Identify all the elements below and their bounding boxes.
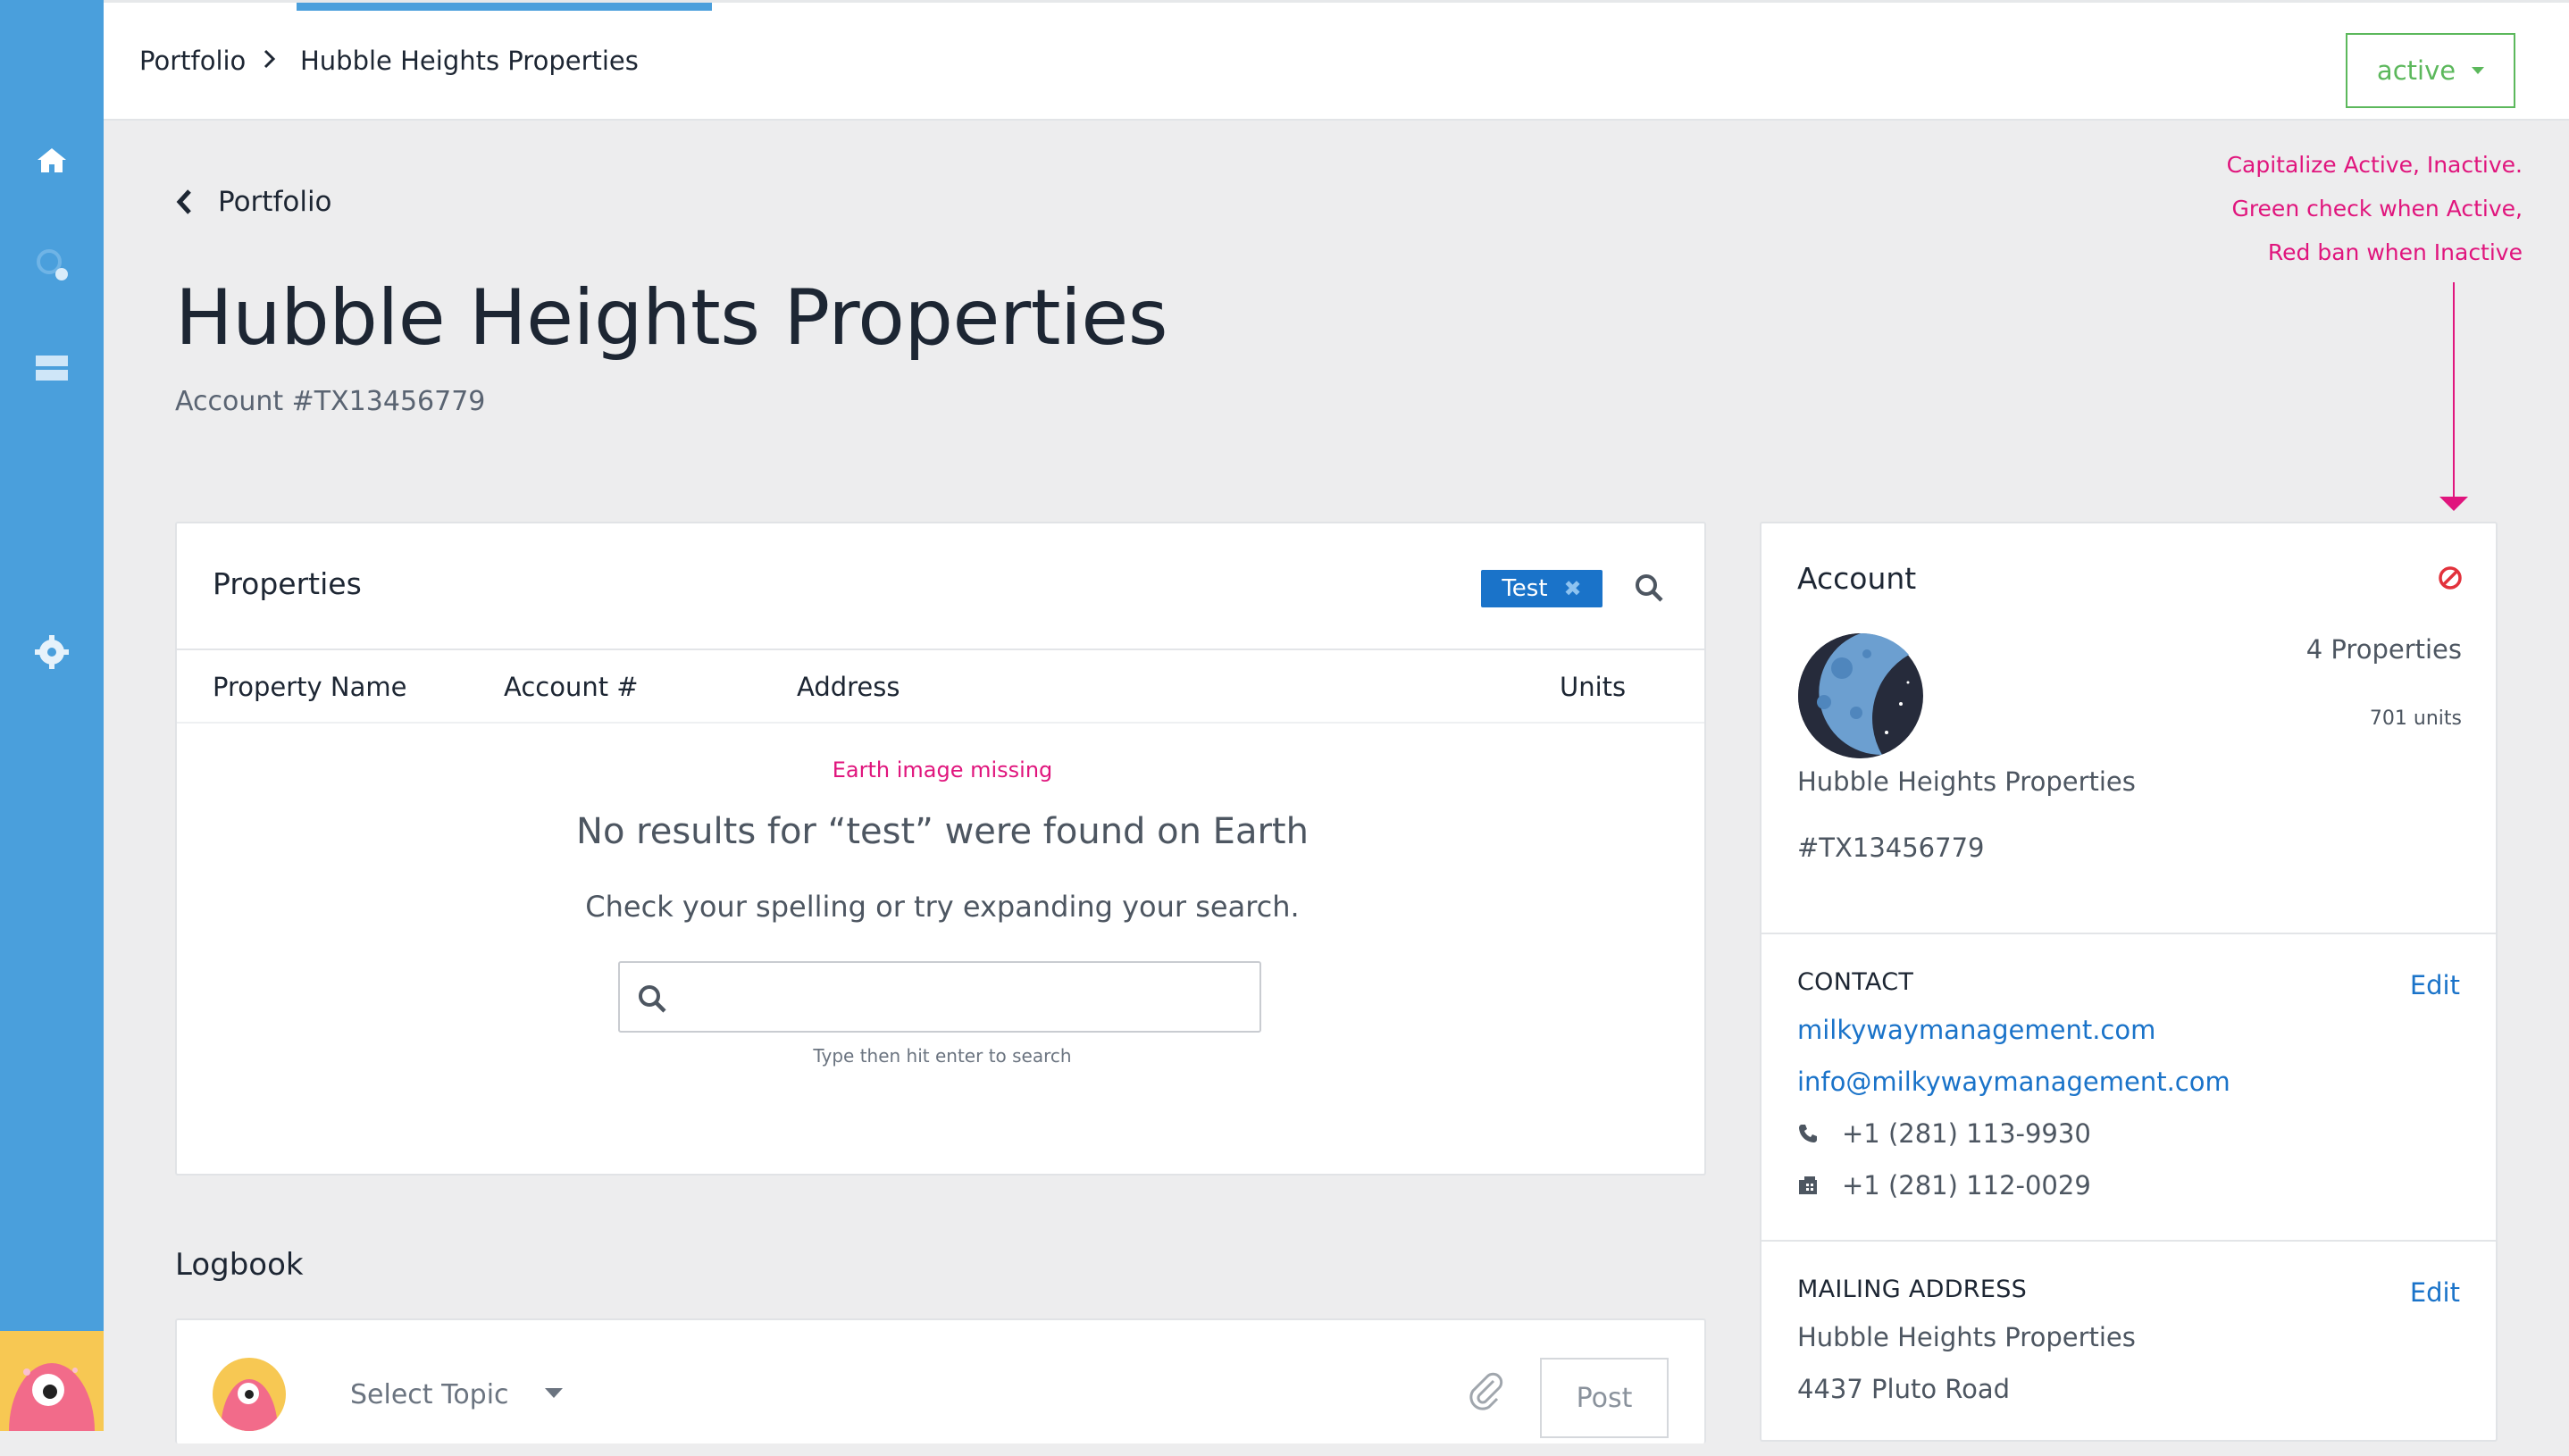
- status-dropdown[interactable]: active: [2346, 33, 2515, 108]
- ban-icon[interactable]: [2437, 565, 2464, 591]
- phone-line: +1 (281) 113-9930: [1797, 1118, 2091, 1149]
- paperclip-icon[interactable]: [1463, 1368, 1506, 1411]
- layers-icon[interactable]: [34, 350, 70, 386]
- empty-state-subtitle: Check your spelling or try expanding you…: [585, 890, 1300, 924]
- fax-number: +1 (281) 112-0029: [1842, 1170, 2091, 1201]
- account-name: Hubble Heights Properties: [1797, 766, 2136, 797]
- contact-section: CONTACT Edit milkywaymanagement.com info…: [1761, 934, 2496, 1242]
- search-icon[interactable]: [1633, 572, 1665, 604]
- address-line-1: Hubble Heights Properties: [1797, 1322, 2136, 1352]
- post-button[interactable]: Post: [1540, 1358, 1669, 1438]
- annotation-line: Red ban when Inactive: [2267, 239, 2523, 265]
- account-card: Account 4 Properties 701 units Hubble He…: [1760, 522, 2498, 1442]
- logbook-card: Select Topic Post: [175, 1318, 1706, 1443]
- annotation-line: Capitalize Active, Inactive.: [2226, 152, 2523, 178]
- website-link[interactable]: milkywaymanagement.com: [1797, 1015, 2155, 1045]
- edit-contact-button[interactable]: Edit: [2410, 970, 2460, 1000]
- page-title: Hubble Heights Properties: [175, 273, 1168, 363]
- earth-image-annotation: Earth image missing: [832, 757, 1053, 782]
- caret-down-icon[interactable]: [545, 1388, 563, 1398]
- properties-card: Properties Test ✖ Property Name Account …: [175, 522, 1706, 1176]
- user-avatar[interactable]: [0, 1331, 104, 1431]
- column-property-name[interactable]: Property Name: [213, 672, 407, 702]
- table-header: Property Name Account # Address Units: [177, 649, 1704, 724]
- account-number: Account #TX13456779: [175, 386, 486, 417]
- breadcrumb-portfolio[interactable]: Portfolio: [139, 46, 246, 76]
- edit-mailing-button[interactable]: Edit: [2410, 1277, 2460, 1308]
- filter-chip[interactable]: Test ✖: [1481, 570, 1602, 607]
- back-link[interactable]: Portfolio: [175, 186, 332, 218]
- search-icon: [639, 985, 666, 1013]
- annotation-arrow-icon: [2439, 497, 2468, 511]
- account-summary: Account 4 Properties 701 units Hubble He…: [1761, 523, 2496, 934]
- mailing-section: MAILING ADDRESS Edit Hubble Heights Prop…: [1761, 1242, 2496, 1456]
- analytics-icon[interactable]: [34, 247, 70, 282]
- account-moon-image: [1797, 632, 1925, 759]
- units-count: 701 units: [2369, 707, 2462, 730]
- topic-select[interactable]: Select Topic: [350, 1379, 509, 1410]
- mailing-heading: MAILING ADDRESS: [1797, 1276, 2028, 1303]
- empty-search-box[interactable]: [618, 961, 1261, 1033]
- account-title: Account: [1797, 561, 1917, 596]
- search-hint: Type then hit enter to search: [813, 1045, 1072, 1067]
- annotation-arrow-line: [2453, 282, 2455, 500]
- account-id: #TX13456779: [1797, 833, 1985, 863]
- back-label: Portfolio: [218, 186, 332, 218]
- column-units[interactable]: Units: [1560, 672, 1626, 702]
- address-line-2: 4437 Pluto Road: [1797, 1374, 2011, 1404]
- avatar: [213, 1358, 286, 1431]
- active-crumb-indicator: [297, 3, 712, 11]
- filter-chip-label: Test: [1502, 575, 1548, 602]
- contact-heading: CONTACT: [1797, 968, 1914, 996]
- logbook-title: Logbook: [175, 1247, 304, 1283]
- fax-line: +1 (281) 112-0029: [1797, 1170, 2091, 1201]
- column-account[interactable]: Account #: [504, 672, 639, 702]
- empty-state-title: No results for “test” were found on Eart…: [576, 811, 1309, 852]
- remove-filter-icon[interactable]: ✖: [1564, 576, 1582, 601]
- search-input[interactable]: [682, 972, 1245, 1022]
- caret-down-icon: [2472, 67, 2485, 74]
- column-address[interactable]: Address: [797, 672, 900, 702]
- email-link[interactable]: info@milkywaymanagement.com: [1797, 1067, 2230, 1097]
- properties-count: 4 Properties: [2305, 634, 2462, 665]
- chevron-left-icon: [176, 189, 191, 214]
- top-bar: Portfolio Hubble Heights Properties acti…: [104, 0, 2569, 121]
- home-icon[interactable]: [34, 143, 70, 179]
- sidebar: [0, 0, 104, 1431]
- status-annotation: Capitalize Active, Inactive. Green check…: [2227, 143, 2523, 274]
- annotation-line: Green check when Active,: [2231, 196, 2523, 222]
- gear-icon[interactable]: [34, 634, 70, 670]
- breadcrumb-current: Hubble Heights Properties: [300, 46, 639, 76]
- fax-icon: [1799, 1176, 1817, 1194]
- status-label: active: [2376, 55, 2456, 86]
- properties-title: Properties: [213, 566, 362, 601]
- phone-number: +1 (281) 113-9930: [1842, 1118, 2091, 1149]
- chevron-right-icon: [261, 46, 279, 76]
- phone-icon: [1799, 1125, 1817, 1142]
